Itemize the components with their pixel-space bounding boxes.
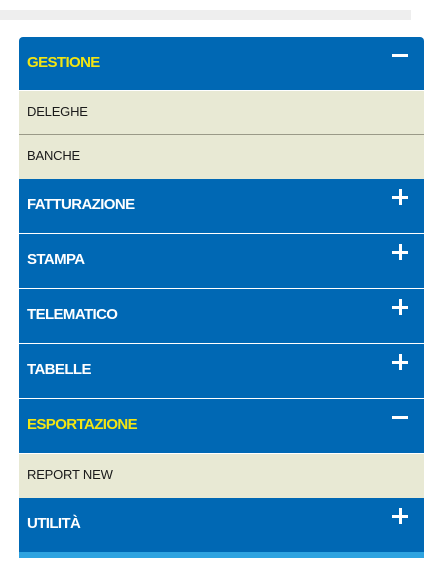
- menu-item-label: REPORT NEW: [27, 467, 113, 482]
- section-label: UTILITÀ: [27, 515, 81, 532]
- accordion-menu: GESTIONE DELEGHE BANCHE FATTURAZIONE STA…: [19, 37, 424, 558]
- plus-icon[interactable]: [392, 508, 408, 524]
- menu-item-banche[interactable]: BANCHE: [19, 135, 424, 179]
- plus-icon[interactable]: [392, 244, 408, 260]
- section-header-fatturazione[interactable]: FATTURAZIONE: [19, 179, 424, 234]
- section-label: ESPORTAZIONE: [27, 416, 138, 433]
- menu-item-label: BANCHE: [27, 148, 80, 163]
- section-label: GESTIONE: [27, 54, 100, 71]
- section-label: FATTURAZIONE: [27, 196, 135, 213]
- plus-icon[interactable]: [392, 189, 408, 205]
- section-label: TELEMATICO: [27, 306, 118, 323]
- section-header-telematico[interactable]: TELEMATICO: [19, 289, 424, 344]
- minus-icon[interactable]: [392, 47, 408, 63]
- menu-item-deleghe[interactable]: DELEGHE: [19, 91, 424, 135]
- section-header-utilita[interactable]: UTILITÀ: [19, 498, 424, 552]
- section-label: TABELLE: [27, 361, 91, 378]
- menu-item-report-new[interactable]: REPORT NEW: [19, 454, 424, 498]
- plus-icon[interactable]: [392, 299, 408, 315]
- section-header-tabelle[interactable]: TABELLE: [19, 344, 424, 399]
- minus-icon[interactable]: [392, 409, 408, 425]
- section-label: STAMPA: [27, 251, 85, 268]
- section-header-esportazione[interactable]: ESPORTAZIONE: [19, 399, 424, 454]
- menu-item-label: DELEGHE: [27, 104, 88, 119]
- plus-icon[interactable]: [392, 354, 408, 370]
- section-header-stampa[interactable]: STAMPA: [19, 234, 424, 289]
- section-header-gestione[interactable]: GESTIONE: [19, 37, 424, 91]
- top-bar: [0, 10, 411, 20]
- bottom-strip: [19, 552, 424, 558]
